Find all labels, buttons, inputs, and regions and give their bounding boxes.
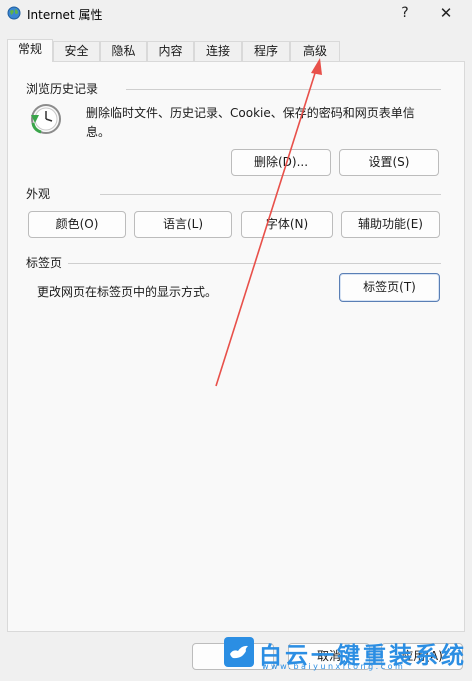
history-settings-button[interactable]: 设置(S) bbox=[339, 149, 439, 176]
languages-button[interactable]: 语言(L) bbox=[134, 211, 232, 238]
help-button[interactable]: ? bbox=[388, 0, 422, 26]
tabs-group-title: 标签页 bbox=[26, 254, 69, 271]
appearance-group-divider bbox=[100, 194, 441, 195]
delete-history-button[interactable]: 删除(D)... bbox=[231, 149, 331, 176]
tab-privacy[interactable]: 隐私 bbox=[100, 41, 147, 61]
tab-connections[interactable]: 连接 bbox=[194, 41, 242, 61]
history-clock-icon bbox=[31, 104, 61, 134]
history-description-line1: 删除临时文件、历史记录、Cookie、保存的密码和网页表单信 bbox=[86, 106, 415, 120]
tabs-group-divider bbox=[66, 263, 441, 264]
globe-icon bbox=[7, 6, 21, 20]
bird-icon bbox=[230, 645, 248, 659]
watermark-url: www.baiyunxitong.com bbox=[262, 662, 406, 671]
history-group-title: 浏览历史记录 bbox=[26, 80, 105, 97]
tab-panel-general bbox=[7, 61, 465, 632]
fonts-button[interactable]: 字体(N) bbox=[241, 211, 333, 238]
tab-advanced[interactable]: 高级 bbox=[290, 41, 340, 61]
tab-programs[interactable]: 程序 bbox=[242, 41, 290, 61]
close-button[interactable]: ✕ bbox=[426, 0, 466, 26]
tab-general[interactable]: 常规 bbox=[7, 39, 53, 62]
accessibility-button[interactable]: 辅助功能(E) bbox=[341, 211, 440, 238]
tabs-description: 更改网页在标签页中的显示方式。 bbox=[37, 285, 218, 299]
title-bar[interactable]: Internet 属性 ? ✕ bbox=[0, 0, 472, 28]
tabs-settings-button[interactable]: 标签页(T) bbox=[339, 273, 440, 302]
tab-security[interactable]: 安全 bbox=[53, 41, 100, 61]
window-title: Internet 属性 bbox=[27, 8, 103, 22]
history-description-line2: 息。 bbox=[86, 125, 111, 139]
history-group-divider bbox=[126, 89, 441, 90]
tab-content[interactable]: 内容 bbox=[147, 41, 194, 61]
appearance-group-title: 外观 bbox=[26, 185, 57, 202]
colors-button[interactable]: 颜色(O) bbox=[28, 211, 126, 238]
internet-properties-dialog: Internet 属性 ? ✕ 常规 安全 隐私 内容 连接 程序 高级 浏览历… bbox=[0, 0, 472, 681]
watermark-logo bbox=[224, 637, 254, 667]
